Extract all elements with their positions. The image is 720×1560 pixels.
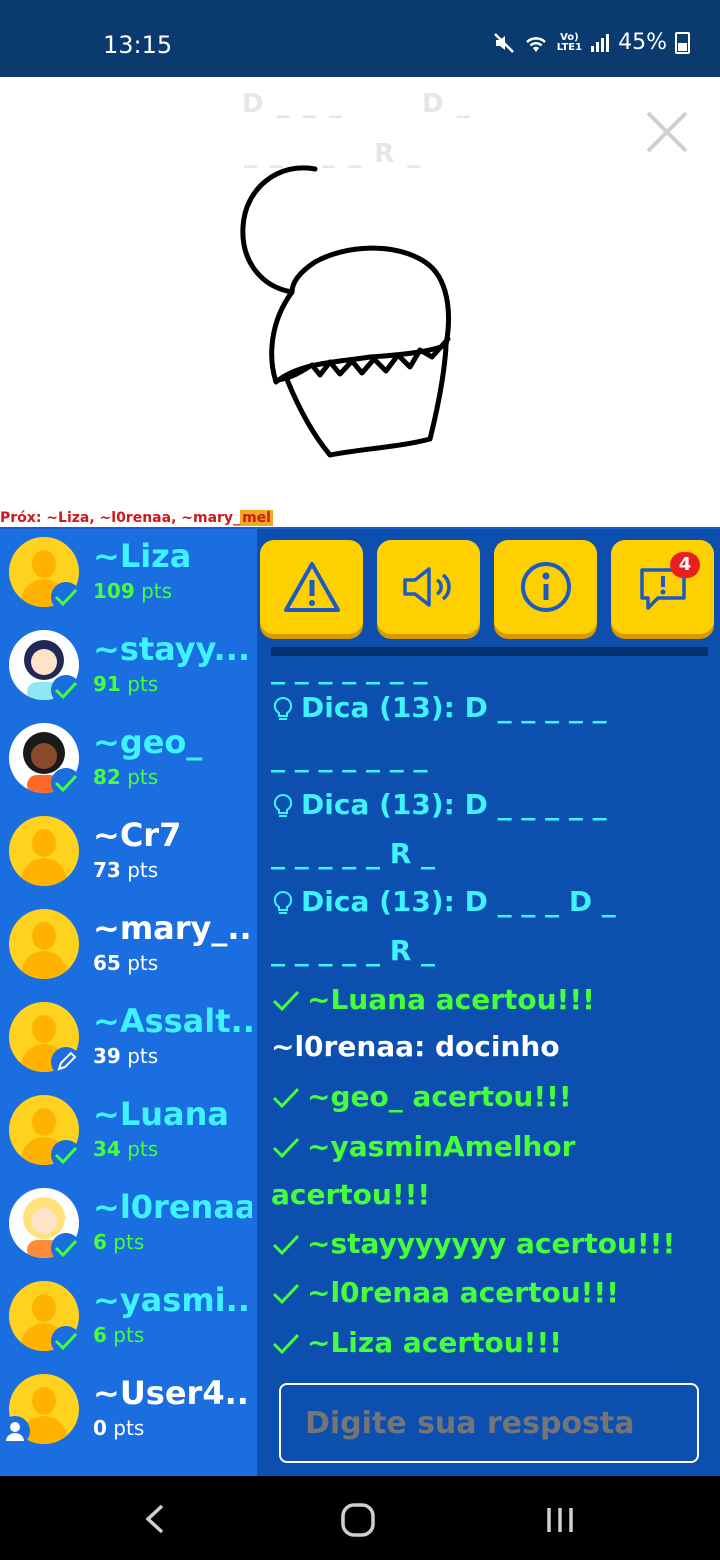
player-row[interactable]: ~Cr7 73 pts xyxy=(0,808,252,901)
chat-button[interactable]: 4 xyxy=(611,540,714,634)
player-row[interactable]: ~geo_ 82 pts xyxy=(0,715,252,808)
check-icon xyxy=(272,990,300,1012)
drawing-strokes xyxy=(240,165,451,458)
guess-message: ~Luana acertou!!! xyxy=(271,976,595,1024)
check-icon xyxy=(272,1283,300,1305)
chat-message: ~l0renaa: docinho xyxy=(271,1030,560,1063)
player-points: 39 pts xyxy=(93,1044,159,1068)
player-row[interactable]: ~User4... 0 pts xyxy=(0,1366,261,1459)
warning-icon xyxy=(283,562,340,612)
player-row[interactable]: ~Luana 34 pts xyxy=(0,1087,252,1180)
hint-message: Dica (13): D _ _ _ _ _ xyxy=(271,781,607,829)
player-row[interactable]: ~stayy... 91 pts xyxy=(0,622,252,715)
hint-message-cont: _ _ _ _ _ R _ xyxy=(271,934,436,967)
info-icon xyxy=(520,562,571,612)
hint-message-cont: _ _ _ _ _ R _ xyxy=(271,837,436,870)
home-icon[interactable] xyxy=(338,1502,378,1538)
player-name: ~User4... xyxy=(93,1374,262,1412)
player-points: 65 pts xyxy=(93,951,159,975)
report-button[interactable] xyxy=(260,540,363,634)
status-icons: Vo) LTE1 45% xyxy=(493,30,690,55)
lightbulb-icon xyxy=(273,890,293,914)
battery-percent: 45% xyxy=(618,30,667,55)
recent-apps-icon[interactable] xyxy=(542,1504,578,1536)
avatar xyxy=(9,909,79,979)
player-points: 6 pts xyxy=(93,1230,145,1254)
player-points: 6 pts xyxy=(93,1323,145,1347)
player-points: 109 pts xyxy=(93,579,173,603)
check-icon xyxy=(51,1140,81,1170)
status-time: 13:15 xyxy=(103,31,173,59)
guess-message: ~stayyyyyyy acertou!!! xyxy=(271,1220,675,1268)
signal-icon xyxy=(591,33,610,52)
lightbulb-icon xyxy=(273,793,293,817)
next-label: Próx: xyxy=(0,510,42,526)
hint-message-cont: _ _ _ _ _ _ _ xyxy=(271,740,428,773)
check-icon xyxy=(272,1087,300,1109)
wifi-icon xyxy=(525,36,546,52)
hint-message: Dica (13): D _ _ _ _ _ xyxy=(271,684,607,732)
chat-panel: 4 _ _ _ _ _ _ _ Dica (13): D _ _ _ _ _ _… xyxy=(252,529,720,1476)
user-icon xyxy=(0,1416,30,1446)
player-points: 0 pts xyxy=(93,1416,145,1440)
avatar xyxy=(9,816,79,886)
player-points: 34 pts xyxy=(93,1137,159,1161)
status-bar: 13:15 Vo) LTE1 45% xyxy=(0,0,720,77)
player-name: ~Liza xyxy=(93,537,192,575)
next-highlight: mel xyxy=(240,510,273,526)
check-icon xyxy=(51,675,81,705)
guess-message-cont: acertou!!! xyxy=(271,1178,431,1211)
player-name: ~Cr7 xyxy=(93,816,182,854)
player-name: ~yasmi... xyxy=(93,1281,263,1319)
player-points: 82 pts xyxy=(93,765,159,789)
hint-message: Dica (13): D _ _ _ D _ xyxy=(271,878,616,926)
player-points: 73 pts xyxy=(93,858,159,882)
check-icon xyxy=(272,1234,300,1256)
check-icon xyxy=(51,1326,81,1356)
mute-icon xyxy=(493,32,514,53)
info-button[interactable] xyxy=(494,540,597,634)
pencil-icon xyxy=(51,1047,81,1077)
player-list: ~Liza 109 pts ~stayy... 91 pts ~geo_ 82 … xyxy=(0,529,267,1476)
player-row[interactable]: ~Assalt... 39 pts xyxy=(0,994,267,1087)
player-row[interactable]: ~l0renaa 6 pts xyxy=(0,1180,257,1273)
player-name: ~Luana xyxy=(93,1095,229,1133)
guess-message: ~geo_ acertou!!! xyxy=(271,1073,572,1121)
check-icon xyxy=(51,768,81,798)
check-icon xyxy=(272,1137,300,1159)
player-name: ~stayy... xyxy=(93,630,251,668)
notification-badge: 4 xyxy=(670,552,700,578)
lightbulb-icon xyxy=(273,696,293,720)
guess-message: ~yasminAmelhor xyxy=(271,1123,575,1171)
next-names: ~Liza, ~l0renaa, ~mary_ xyxy=(46,510,241,526)
chat-messages: _ _ _ _ _ _ _ Dica (13): D _ _ _ _ _ _ _… xyxy=(271,655,711,1365)
guess-message: ~Liza acertou!!! xyxy=(271,1319,562,1365)
speaker-icon xyxy=(402,567,451,607)
next-players-bar: Próx: ~Liza, ~l0renaa, ~mary_ mel xyxy=(0,510,720,529)
guess-message: ~l0renaa acertou!!! xyxy=(271,1269,619,1317)
check-icon xyxy=(51,582,81,612)
player-name: ~l0renaa xyxy=(93,1188,257,1226)
player-row[interactable]: ~mary_... 65 pts xyxy=(0,901,264,994)
drawing-canvas[interactable]: D _ _ _ D _ _ _ _ _ _ R _ xyxy=(0,77,720,510)
player-name: ~Assalt... xyxy=(93,1002,267,1040)
player-name: ~mary_... xyxy=(93,909,264,947)
battery-icon xyxy=(675,31,690,54)
back-icon[interactable] xyxy=(140,1502,172,1536)
player-row[interactable]: ~Liza 109 pts xyxy=(0,529,252,622)
answer-input[interactable] xyxy=(279,1383,699,1463)
player-row[interactable]: ~yasmi... 6 pts xyxy=(0,1273,262,1366)
sound-button[interactable] xyxy=(377,540,480,634)
nav-bar xyxy=(0,1476,720,1560)
player-points: 91 pts xyxy=(93,672,159,696)
player-name: ~geo_ xyxy=(93,723,203,761)
check-icon xyxy=(272,1333,300,1355)
lte-indicator: Vo) LTE1 xyxy=(556,31,583,53)
check-icon xyxy=(51,1233,81,1263)
